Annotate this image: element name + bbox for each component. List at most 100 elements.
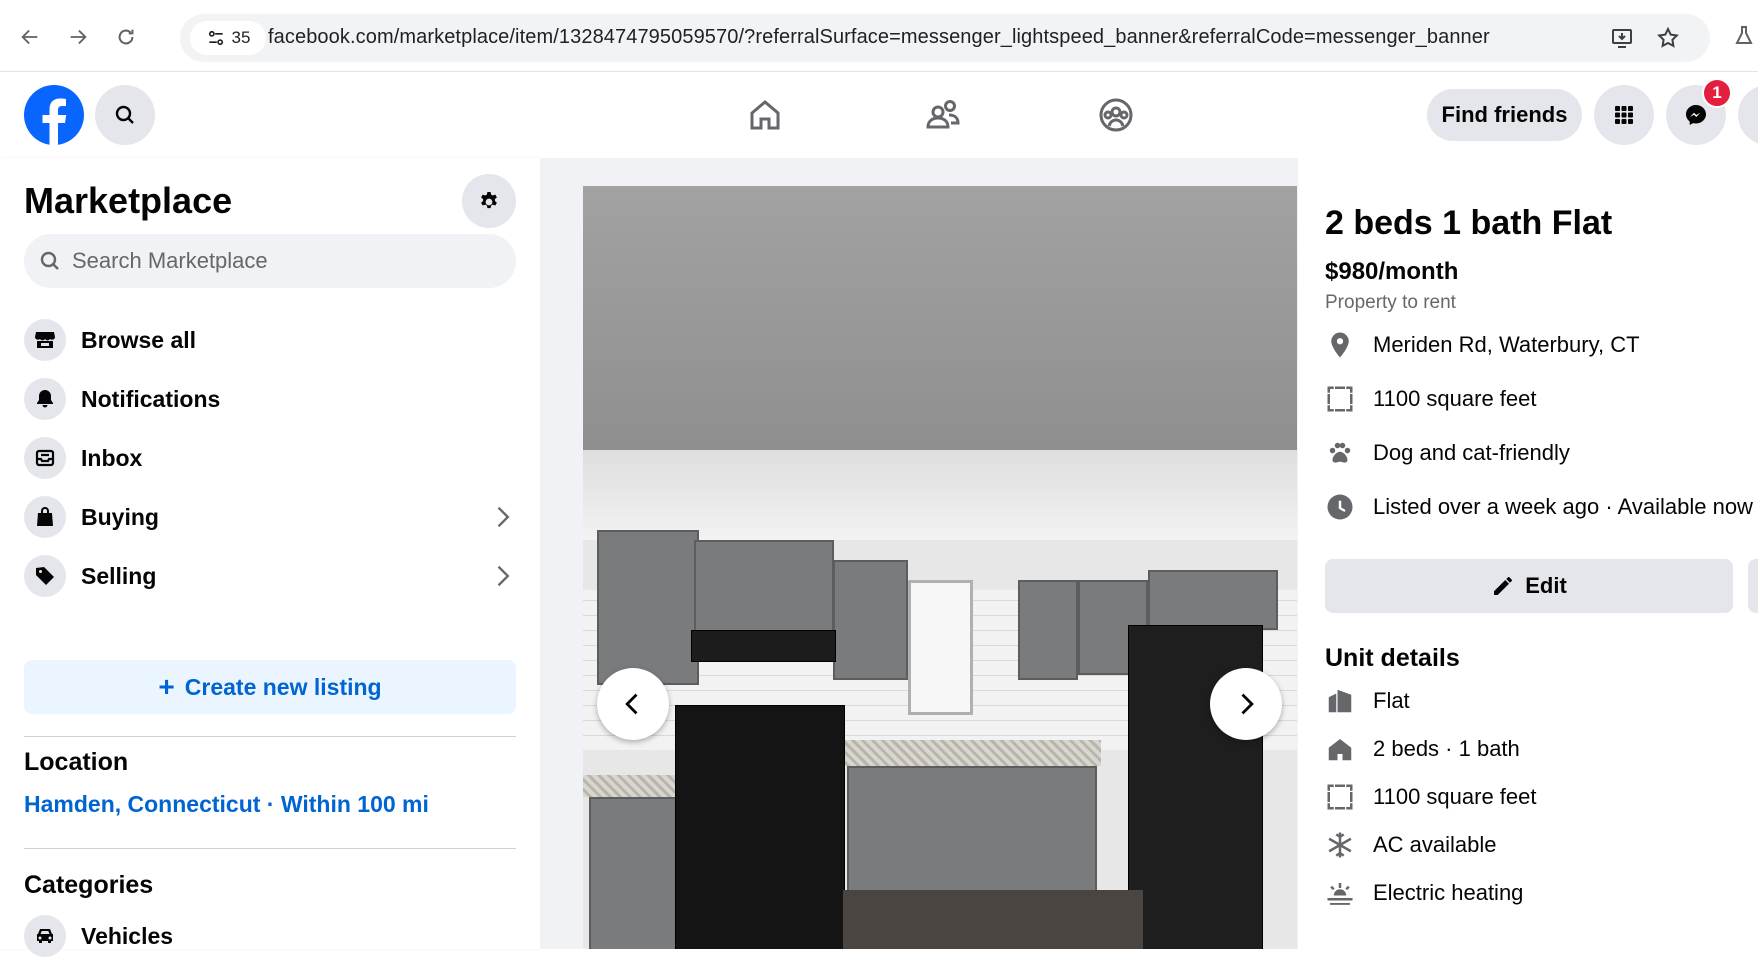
shopping-bag-icon-wrap (24, 496, 66, 538)
location-filter-link[interactable]: Hamden, Connecticut · Within 100 mi (24, 791, 429, 818)
sidebar-item-selling[interactable]: Selling (24, 548, 516, 604)
grid-menu-icon (1615, 106, 1633, 124)
marketplace-settings-button[interactable] (462, 174, 516, 228)
bookmark-star-icon[interactable] (1656, 26, 1680, 50)
home-tab[interactable] (742, 92, 788, 138)
listing-photo[interactable] (583, 186, 1297, 949)
unit-area-row: 1100 square feet (1325, 780, 1537, 814)
marketplace-search (24, 234, 516, 288)
lab-flask-icon[interactable] (1732, 24, 1756, 48)
install-app-icon[interactable] (1610, 26, 1634, 50)
shopping-bag-icon (37, 507, 53, 526)
messenger-notification-badge: 1 (1702, 78, 1732, 108)
car-icon (37, 929, 53, 943)
sidebar-item-browse-all[interactable]: Browse all (24, 312, 516, 368)
chevron-left-icon (625, 693, 638, 715)
photo-floor (843, 890, 1143, 949)
search-icon (115, 105, 134, 124)
listing-title: 2 beds 1 bath Flat (1325, 204, 1613, 242)
create-listing-label: Create new listing (184, 673, 382, 700)
unit-type: Flat (1373, 688, 1410, 713)
house-icon (1328, 739, 1352, 761)
listing-location-row: Meriden Rd, Waterbury, CT (1325, 328, 1640, 362)
chevron-right-icon (497, 565, 510, 587)
friends-icon (926, 100, 960, 129)
category-item-vehicles[interactable]: Vehicles (24, 908, 516, 964)
listing-pets-row: Dog and cat-friendly (1325, 436, 1570, 470)
listing-pets: Dog and cat-friendly (1373, 440, 1570, 465)
browser-toolbar: 35 facebook.com/marketplace/item/1328474… (0, 0, 1758, 72)
page-title: Marketplace (24, 180, 233, 221)
gear-icon (481, 192, 497, 209)
edit-listing-button[interactable]: Edit (1325, 559, 1733, 613)
category-label: Vehicles (81, 922, 174, 949)
photo-backdrop (583, 186, 1297, 450)
facebook-logo-icon[interactable] (24, 85, 84, 145)
sidebar-item-label: Buying (81, 503, 159, 530)
back-button[interactable] (12, 19, 48, 55)
storefront-icon (35, 332, 55, 348)
groups-tab[interactable] (1093, 92, 1139, 138)
sidebar-item-label: Notifications (81, 385, 221, 412)
previous-photo-button[interactable] (597, 668, 669, 740)
unit-type-row: Flat (1325, 684, 1410, 718)
url-text[interactable]: facebook.com/marketplace/item/1328474795… (268, 26, 1490, 49)
create-new-listing-button[interactable]: + Create new listing (24, 660, 516, 714)
sidebar-item-inbox[interactable]: Inbox (24, 430, 516, 486)
listing-type: Property to rent (1325, 292, 1456, 313)
sidebar-item-label: Browse all (81, 326, 197, 353)
next-photo-button[interactable] (1210, 668, 1282, 740)
site-info-chip[interactable]: 35 (190, 21, 266, 55)
arrow-left-icon (21, 29, 38, 45)
photo-cabinet (597, 530, 699, 685)
photo-cabinet (694, 540, 834, 635)
chevron-right-icon (497, 506, 510, 528)
home-icon (750, 100, 780, 130)
listing-area-row: 1100 square feet (1325, 382, 1537, 416)
listing-location[interactable]: Meriden Rd, Waterbury, CT (1373, 332, 1640, 358)
sidebar-divider (24, 848, 516, 849)
notifications-button[interactable] (1738, 85, 1758, 145)
facebook-search-button[interactable] (95, 85, 155, 145)
menu-button[interactable] (1594, 85, 1654, 145)
area-icon (1327, 784, 1353, 810)
price-tag-icon-wrap (24, 555, 66, 597)
search-marketplace-input[interactable] (72, 234, 502, 288)
kitchen-photo (583, 450, 1297, 949)
unit-ac-row: AC available (1325, 828, 1497, 862)
plus-icon: + (158, 671, 175, 702)
address-bar[interactable]: 35 facebook.com/marketplace/item/1328474… (180, 14, 1710, 62)
sidebar-item-notifications[interactable]: Notifications (24, 371, 516, 427)
sidebar-item-buying[interactable]: Buying (24, 489, 516, 545)
arrow-right-icon (70, 29, 87, 45)
bell-icon-wrap (24, 378, 66, 420)
find-friends-button[interactable]: Find friends (1427, 89, 1582, 141)
pencil-icon (1494, 577, 1513, 595)
groups-icon (1099, 98, 1133, 132)
friends-tab[interactable] (920, 92, 966, 138)
unit-rooms: 2 beds · 1 bath (1373, 736, 1520, 761)
building-icon (1328, 689, 1352, 713)
unit-details-heading: Unit details (1325, 644, 1460, 672)
listing-details-panel: 2 beds 1 bath Flat $980/month Property t… (1298, 158, 1758, 949)
forward-button[interactable] (60, 19, 96, 55)
sidebar-item-label: Inbox (81, 444, 143, 471)
photo-window (908, 580, 973, 715)
unit-heating-row: Electric heating (1325, 876, 1523, 910)
snowflake-icon (1328, 832, 1352, 858)
reload-button[interactable] (108, 19, 144, 55)
categories-heading: Categories (24, 871, 154, 899)
photo-counter (841, 740, 1101, 766)
price-tag-icon (36, 567, 54, 585)
photo-range-hood (691, 630, 836, 662)
photo-cabinet (833, 560, 908, 680)
inbox-icon-wrap (24, 437, 66, 479)
photo-cabinet (1018, 580, 1078, 680)
photo-stove (675, 705, 845, 949)
listing-area: 1100 square feet (1373, 386, 1537, 411)
heat-icon (1327, 883, 1353, 905)
paw-icon (1329, 442, 1351, 463)
listing-listed-row: Listed over a week ago · Available now (1325, 490, 1753, 524)
clock-icon (1327, 494, 1353, 520)
more-options-button[interactable] (1748, 559, 1758, 613)
